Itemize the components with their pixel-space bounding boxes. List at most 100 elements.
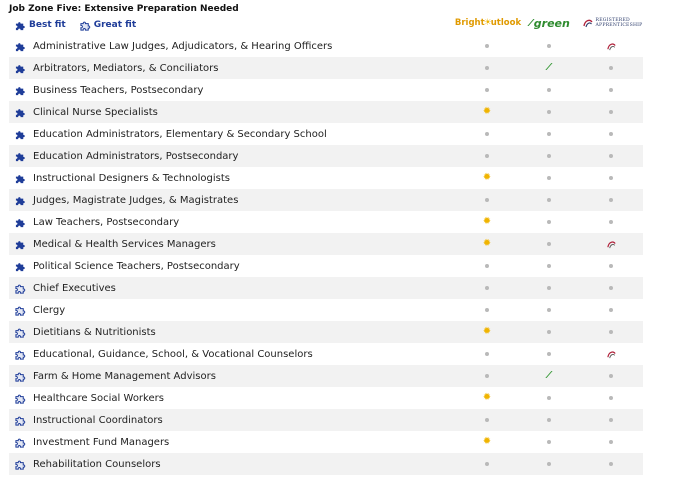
legend-great-fit[interactable]: Great fit [80, 20, 136, 31]
empty-dot-icon [547, 308, 551, 312]
empty-dot-icon [547, 88, 551, 92]
bright-outlook-cell [477, 57, 497, 79]
occupation-link[interactable]: Dietitians & Nutritionists [33, 327, 156, 338]
occupation-link[interactable]: Rehabilitation Counselors [33, 459, 161, 470]
occupation-link[interactable]: Medical & Health Services Managers [33, 239, 216, 250]
empty-dot-icon [547, 44, 551, 48]
occupation-link[interactable]: Clergy [33, 305, 65, 316]
empty-dot-icon [485, 286, 489, 290]
sun-icon[interactable]: ✹ [483, 239, 491, 249]
occupation-link[interactable]: Educational, Guidance, School, & Vocatio… [33, 349, 313, 360]
apprenticeship-icon[interactable] [606, 239, 617, 249]
puzzle-outline-icon [15, 416, 26, 426]
puzzle-solid-icon [15, 130, 25, 139]
bright-outlook-cell [477, 255, 497, 277]
occupation-link[interactable]: Business Teachers, Postsecondary [33, 85, 203, 96]
green-cell [539, 101, 559, 123]
apprenticeship-icon [582, 19, 593, 28]
occupation-link[interactable]: Political Science Teachers, Postsecondar… [33, 261, 240, 272]
apprenticeship-cell [601, 145, 621, 167]
occupation-row: Instructional Designers & Technologists ✹ [9, 167, 643, 189]
occupation-link[interactable]: Administrative Law Judges, Adjudicators,… [33, 41, 332, 52]
empty-dot-icon [609, 176, 613, 180]
sun-icon[interactable]: ✹ [483, 393, 491, 403]
occupation-link[interactable]: Instructional Coordinators [33, 415, 163, 426]
green-cell [539, 123, 559, 145]
empty-dot-icon [547, 462, 551, 466]
puzzle-solid-icon [15, 21, 25, 30]
bright-outlook-logo[interactable]: Bright ☀ utlook [454, 15, 521, 31]
empty-dot-icon [547, 396, 551, 400]
green-cell [539, 321, 559, 343]
occupation-row: Educational, Guidance, School, & Vocatio… [9, 343, 643, 365]
bright-outlook-cell [477, 123, 497, 145]
empty-dot-icon [609, 418, 613, 422]
sun-icon[interactable]: ✹ [483, 173, 491, 183]
occupation-link[interactable]: Judges, Magistrate Judges, & Magistrates [33, 195, 238, 206]
green-cell [539, 255, 559, 277]
occupation-link[interactable]: Arbitrators, Mediators, & Conciliators [33, 63, 218, 74]
empty-dot-icon [547, 220, 551, 224]
registered-apprenticeship-logo[interactable]: REGISTERED APPRENTICESHIP [582, 15, 643, 31]
bright-outlook-cell: ✹ [477, 387, 497, 409]
leaf-icon[interactable]: ⁄ [548, 63, 550, 73]
occupation-link[interactable]: Chief Executives [33, 283, 116, 294]
bright-outlook-cell [477, 299, 497, 321]
green-cell [539, 431, 559, 453]
occupation-link[interactable]: Investment Fund Managers [33, 437, 169, 448]
puzzle-outline-icon [15, 284, 26, 294]
puzzle-solid-icon [15, 152, 25, 161]
bright-outlook-text: Bright [454, 18, 485, 28]
green-cell [539, 277, 559, 299]
occupation-link[interactable]: Education Administrators, Elementary & S… [33, 129, 327, 140]
bright-outlook-cell [477, 79, 497, 101]
empty-dot-icon [547, 132, 551, 136]
apprenticeship-line-2: APPRENTICESHIP [595, 23, 643, 28]
empty-dot-icon [485, 462, 489, 466]
apprenticeship-icon[interactable] [606, 41, 617, 51]
puzzle-outline-icon [15, 438, 26, 448]
occupation-row: Clinical Nurse Specialists ✹ [9, 101, 643, 123]
apprenticeship-cell [601, 365, 621, 387]
bright-outlook-cell [477, 145, 497, 167]
occupation-link[interactable]: Instructional Designers & Technologists [33, 173, 230, 184]
empty-dot-icon [547, 418, 551, 422]
empty-dot-icon [609, 198, 613, 202]
legend-best-fit[interactable]: Best fit [15, 20, 66, 31]
bright-outlook-cell: ✹ [477, 431, 497, 453]
empty-dot-icon [485, 132, 489, 136]
puzzle-solid-icon [15, 196, 25, 205]
puzzle-solid-icon [15, 86, 25, 95]
puzzle-outline-icon [15, 460, 26, 470]
empty-dot-icon [547, 198, 551, 202]
occupation-link[interactable]: Clinical Nurse Specialists [33, 107, 158, 118]
fit-legend: Best fit Great fit [15, 18, 150, 32]
occupation-row: Judges, Magistrate Judges, & Magistrates [9, 189, 643, 211]
puzzle-outline-icon [80, 21, 90, 31]
occupation-link[interactable]: Law Teachers, Postsecondary [33, 217, 179, 228]
occupation-table: Administrative Law Judges, Adjudicators,… [9, 35, 643, 475]
bright-outlook-cell [477, 35, 497, 57]
occupation-link[interactable]: Education Administrators, Postsecondary [33, 151, 238, 162]
sun-icon[interactable]: ✹ [483, 107, 491, 117]
apprenticeship-icon[interactable] [606, 349, 617, 359]
occupation-row: Law Teachers, Postsecondary ✹ [9, 211, 643, 233]
occupation-row: Farm & Home Management Advisors ⁄ [9, 365, 643, 387]
sun-icon[interactable]: ✹ [483, 217, 491, 227]
leaf-icon[interactable]: ⁄ [548, 371, 550, 381]
occupation-row: Rehabilitation Counselors [9, 453, 643, 475]
empty-dot-icon [485, 418, 489, 422]
green-logo[interactable]: ⁄ green [524, 15, 576, 31]
green-cell: ⁄ [539, 57, 559, 79]
occupation-link[interactable]: Healthcare Social Workers [33, 393, 164, 404]
occupation-row: Clergy [9, 299, 643, 321]
legend-great-fit-label: Great fit [93, 20, 137, 30]
sun-icon[interactable]: ✹ [483, 327, 491, 337]
apprenticeship-cell [601, 321, 621, 343]
sun-icon[interactable]: ✹ [483, 437, 491, 447]
bright-outlook-cell: ✹ [477, 167, 497, 189]
green-cell [539, 453, 559, 475]
puzzle-outline-icon [15, 394, 26, 404]
occupation-link[interactable]: Farm & Home Management Advisors [33, 371, 216, 382]
empty-dot-icon [547, 286, 551, 290]
